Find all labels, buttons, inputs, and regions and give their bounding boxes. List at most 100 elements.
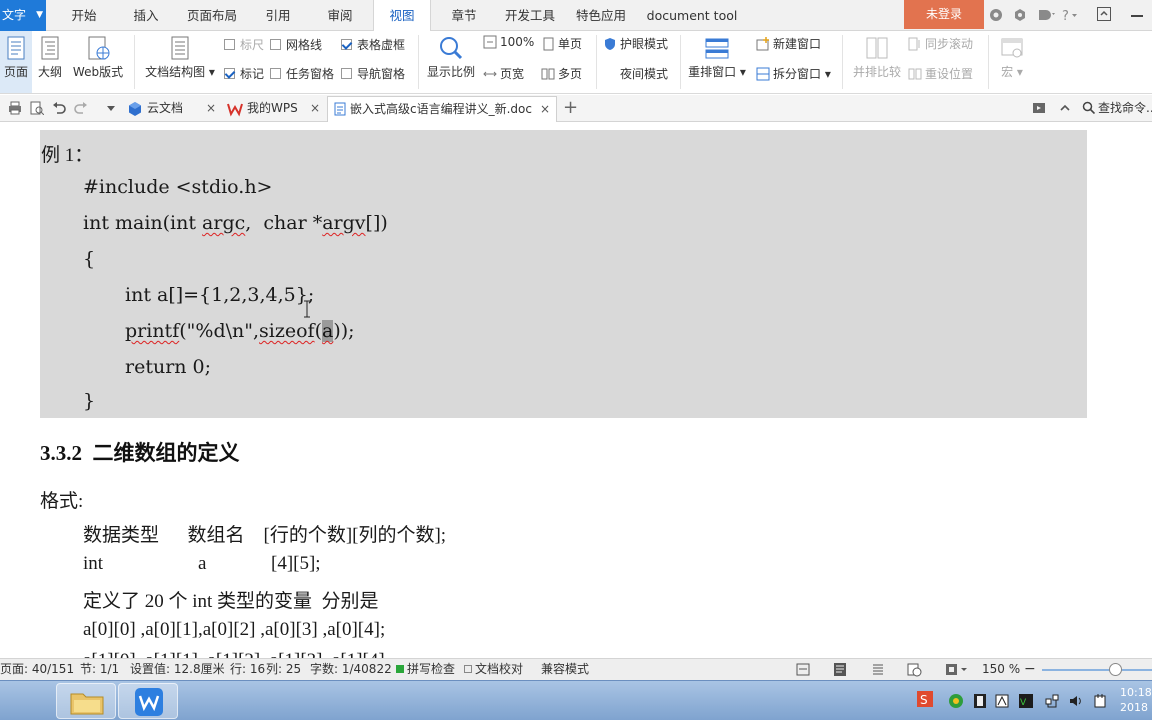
close-tab-icon[interactable]: × — [540, 97, 550, 122]
ribbon-view: 页面 大纲 Web版式 文档结构图 ▾ 标尺 网格线 表格虚框 标记 任务窗格 … — [0, 31, 1152, 94]
sogou-ime-icon[interactable]: S — [916, 690, 934, 708]
new-window-button[interactable]: 新建窗口 — [756, 35, 821, 52]
restore-ribbon-icon[interactable] — [1087, 0, 1121, 29]
file-explorer-taskbar-button[interactable] — [56, 683, 116, 719]
eye-mode-button[interactable]: 护眼模式 — [603, 35, 668, 52]
task-pane-checkbox[interactable]: 任务窗格 — [270, 65, 334, 82]
tab-view[interactable]: 视图 — [373, 0, 431, 32]
tab-developer[interactable]: 开发工具 — [498, 0, 562, 31]
backup-icon[interactable] — [1032, 101, 1046, 115]
zoom-slider-track[interactable] — [1042, 669, 1152, 671]
zoom-button[interactable]: 显示比例 — [424, 31, 478, 93]
description-line: 定义了 20 个 int 类型的变量 分别是 — [83, 591, 379, 612]
zoom-out-button[interactable]: − — [1024, 659, 1036, 680]
collapse-icon[interactable] — [1058, 101, 1072, 115]
tab-my-wps[interactable]: 我的WPS × — [224, 96, 326, 122]
tray-record-icon[interactable] — [994, 693, 1010, 709]
night-mode-button[interactable]: 夜间模式 — [603, 65, 668, 82]
minimize-button[interactable] — [1120, 0, 1152, 29]
view-outline-button[interactable]: 大纲 — [34, 31, 66, 93]
wps-writer-taskbar-button[interactable] — [118, 683, 178, 719]
tab-chapter[interactable]: 章节 — [440, 0, 488, 31]
page-view-status-icon[interactable] — [832, 662, 848, 677]
zoom-level[interactable]: 150 % — [982, 659, 1020, 680]
tab-review[interactable]: 审阅 — [314, 0, 366, 31]
tab-document-tool[interactable]: document tool — [642, 0, 742, 31]
close-tab-icon[interactable]: × — [310, 96, 320, 121]
outline-view-icon — [41, 36, 59, 60]
split-window-button[interactable]: 拆分窗口 ▾ — [756, 65, 831, 82]
doc-proof-toggle[interactable]: 文档校对 — [464, 659, 523, 680]
system-clock[interactable]: 10:18 2018 — [1120, 685, 1152, 715]
multi-page-button[interactable]: 多页 — [541, 65, 582, 82]
tray-film-icon[interactable] — [972, 693, 988, 709]
nav-pane-checkbox[interactable]: 导航窗格 — [341, 65, 405, 82]
single-page-button[interactable]: 单页 — [541, 35, 582, 52]
fullscreen-icon[interactable] — [795, 662, 811, 677]
undo-icon[interactable] — [52, 101, 66, 115]
power-icon[interactable] — [1092, 693, 1108, 709]
print-preview-icon[interactable] — [30, 101, 45, 116]
skin-icon[interactable] — [988, 7, 1004, 23]
app-menu-button[interactable]: 文字 ▼ — [0, 0, 46, 31]
side-by-side-icon — [866, 37, 888, 59]
settings-icon[interactable] — [1012, 7, 1028, 23]
tab-page-layout[interactable]: 页面布局 — [180, 0, 244, 31]
eye-shield-icon — [605, 38, 615, 50]
tab-insert[interactable]: 插入 — [120, 0, 172, 31]
outline-view-status-icon[interactable] — [870, 662, 886, 677]
side-by-side-button[interactable]: 并排比较 — [848, 31, 906, 93]
tab-references[interactable]: 引用 — [252, 0, 304, 31]
tray-green-icon[interactable] — [948, 693, 964, 709]
tab-features[interactable]: 特色应用 — [570, 0, 632, 31]
marks-checkbox[interactable]: 标记 — [224, 65, 264, 82]
login-button[interactable]: 未登录 — [904, 0, 984, 29]
sync-scroll-button[interactable]: 同步滚动 — [908, 35, 973, 52]
example-dims: [4][5]; — [271, 553, 321, 574]
wps-writer-window: 文字 ▼ 开始 插入 页面布局 引用 审阅 视图 章节 开发工具 特色应用 doc… — [0, 0, 1152, 720]
print-icon[interactable] — [8, 101, 22, 115]
redo-icon[interactable] — [74, 101, 88, 115]
eye-mode-status-icon[interactable] — [944, 662, 970, 677]
reset-position-button[interactable]: 重设位置 — [908, 65, 973, 82]
status-page[interactable]: 页面: 40/151 — [0, 659, 74, 680]
help-icon[interactable]: ? — [1060, 7, 1080, 24]
volume-icon[interactable] — [1068, 693, 1084, 709]
view-page-button[interactable]: 页面 — [0, 31, 32, 93]
tab-home[interactable]: 开始 — [56, 0, 112, 31]
status-setting: 设置值: 12.8厘米 — [130, 662, 225, 676]
zoom-100-icon — [483, 35, 497, 49]
web-view-status-icon[interactable] — [906, 662, 922, 677]
view-web-button[interactable]: Web版式 — [68, 31, 128, 93]
code-line-return: return 0; — [125, 356, 212, 378]
status-words[interactable]: 字数: 1/40822 — [310, 659, 392, 680]
reset-position-icon — [908, 68, 922, 80]
code-line-include: #include <stdio.h> — [83, 176, 273, 198]
document-canvas[interactable]: 例 1： #include <stdio.h> int main(int arg… — [0, 122, 1152, 658]
search-command[interactable]: 查找命令... — [1082, 95, 1152, 121]
table-gridlines-checkbox[interactable]: 表格虚框 — [341, 36, 405, 53]
spell-check-toggle[interactable]: 拼写检查 — [396, 659, 455, 680]
doc-icon — [334, 102, 346, 116]
rearrange-window-button[interactable]: 重排窗口 ▾ — [686, 31, 748, 93]
quick-access-dropdown-icon[interactable] — [104, 101, 118, 115]
tab-current-document[interactable]: 嵌入式高级c语言编程讲义_新.doc × — [327, 96, 557, 122]
network-icon[interactable] — [1044, 693, 1060, 709]
page-width-button[interactable]: 页宽 — [483, 65, 524, 82]
svg-text:S: S — [920, 693, 928, 707]
zoom-slider-handle[interactable] — [1109, 663, 1122, 676]
sync-scroll-icon — [908, 37, 920, 51]
code-line-array-decl: int a[]={1,2,3,4,5}; — [125, 284, 315, 306]
feedback-icon[interactable] — [1036, 7, 1056, 23]
macro-button[interactable]: 宏 ▾ — [994, 31, 1030, 93]
new-tab-plus-icon[interactable]: + — [563, 99, 578, 117]
ruler-checkbox[interactable]: 标尺 — [224, 36, 264, 53]
close-tab-icon[interactable]: × — [206, 96, 216, 121]
doc-structure-button[interactable]: 文档结构图 ▾ — [142, 31, 218, 93]
zoom-100-button[interactable]: 100% — [483, 35, 534, 49]
gridlines-checkbox[interactable]: 网格线 — [270, 36, 322, 53]
tray-vc-icon[interactable]: V — [1018, 693, 1034, 709]
format-line: 数据类型 数组名 [行的个数][列的个数]; — [83, 525, 447, 546]
tab-cloud-docs[interactable]: 云文档 × — [122, 96, 222, 122]
text-cursor-icon — [304, 300, 310, 318]
